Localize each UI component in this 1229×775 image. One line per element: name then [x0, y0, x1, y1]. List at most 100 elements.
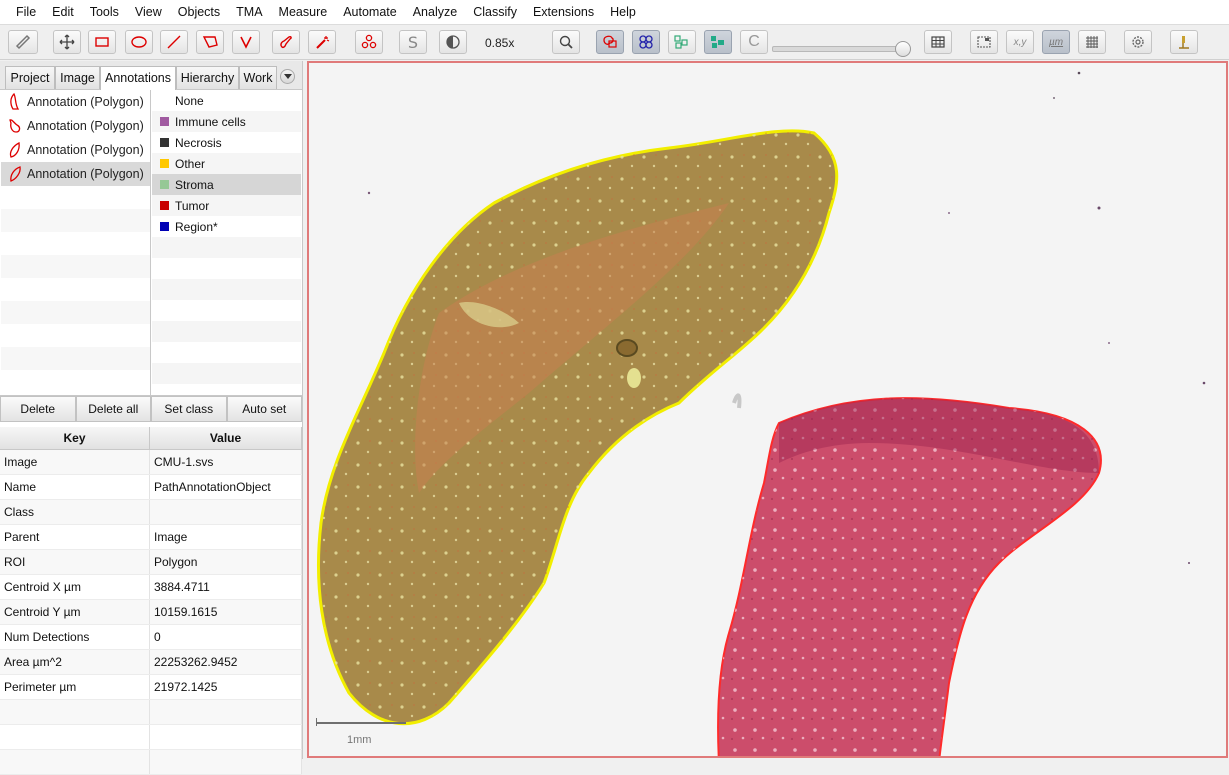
- table-row[interactable]: Centroid Y µm 10159.1615: [0, 600, 302, 625]
- points-tool-button[interactable]: [355, 30, 383, 54]
- settings-button[interactable]: [1124, 30, 1152, 54]
- table-row[interactable]: ROI Polygon: [0, 550, 302, 575]
- annotation-list-item[interactable]: Annotation (Polygon): [1, 138, 150, 162]
- value-column-header[interactable]: Value: [150, 427, 302, 449]
- menu-view[interactable]: View: [127, 0, 170, 24]
- table-row[interactable]: Num Detections 0: [0, 625, 302, 650]
- menu-measure[interactable]: Measure: [271, 0, 336, 24]
- polygon-tool-button[interactable]: [196, 30, 224, 54]
- class-item-stroma[interactable]: Stroma: [152, 174, 301, 195]
- row-value: 22253262.9452: [150, 650, 302, 674]
- class-item-other[interactable]: Other: [152, 153, 301, 174]
- table-row[interactable]: Image CMU-1.svs: [0, 450, 302, 475]
- image-viewer[interactable]: [307, 61, 1228, 758]
- class-label: None: [175, 93, 204, 108]
- show-connections-icon: C: [748, 33, 760, 50]
- slide-image: [316, 71, 1206, 756]
- tab-bar: Project Image Annotations Hierarchy Work: [0, 61, 302, 90]
- annotation-list-item[interactable]: Annotation (Polygon): [1, 114, 150, 138]
- table-row[interactable]: Perimeter µm 21972.1425: [0, 675, 302, 700]
- row-value: 3884.4711: [150, 575, 302, 599]
- polyline-tool-button[interactable]: [232, 30, 260, 54]
- class-list-empty-row: [152, 363, 301, 384]
- menu-tools[interactable]: Tools: [82, 0, 127, 24]
- table-row[interactable]: Centroid X µm 3884.4711: [0, 575, 302, 600]
- row-key: ROI: [0, 550, 150, 574]
- move-tool-button[interactable]: [53, 30, 81, 54]
- menu-extensions[interactable]: Extensions: [525, 0, 602, 24]
- delete-button[interactable]: Delete: [0, 396, 76, 422]
- menu-automate[interactable]: Automate: [335, 0, 405, 24]
- tab-overflow-button[interactable]: [280, 69, 295, 84]
- opacity-slider-thumb[interactable]: [895, 41, 911, 57]
- brightness-contrast-button[interactable]: [439, 30, 467, 54]
- ellipse-tool-button[interactable]: [125, 30, 153, 54]
- class-list-empty-row: [152, 279, 301, 300]
- show-tma-grid-button[interactable]: [632, 30, 660, 54]
- wand-tool-button[interactable]: [308, 30, 336, 54]
- chevron-down-icon: [283, 73, 292, 79]
- tab-hierarchy[interactable]: Hierarchy: [176, 66, 239, 89]
- class-item-tumor[interactable]: Tumor: [152, 195, 301, 216]
- show-connections-button[interactable]: C: [740, 30, 768, 54]
- table-row[interactable]: Area µm^2 22253262.9452: [0, 650, 302, 675]
- grid-button[interactable]: [1078, 30, 1106, 54]
- opacity-slider-track: [772, 46, 904, 52]
- class-item-immune-cells[interactable]: Immune cells: [152, 111, 301, 132]
- tab-image[interactable]: Image: [55, 66, 100, 89]
- overview-button[interactable]: [970, 30, 998, 54]
- delete-all-button[interactable]: Delete all: [75, 396, 151, 422]
- brush-tool-button[interactable]: [272, 30, 300, 54]
- analysis-pane-toggle-button[interactable]: [8, 30, 38, 54]
- class-swatch: [160, 180, 169, 189]
- show-annotations-icon: [603, 35, 617, 48]
- class-swatch: [160, 159, 169, 168]
- annotation-list-empty-area: [1, 186, 150, 393]
- polyline-icon: [240, 36, 252, 49]
- opacity-slider[interactable]: [772, 41, 911, 59]
- annotation-list-item-selected[interactable]: Annotation (Polygon): [1, 162, 150, 186]
- tab-annotations[interactable]: Annotations: [100, 66, 176, 90]
- polygon-annotation-icon: [9, 142, 20, 158]
- set-class-button[interactable]: Set class: [151, 396, 227, 422]
- menu-help[interactable]: Help: [602, 0, 644, 24]
- class-item-region[interactable]: Region*: [152, 216, 301, 237]
- location-button[interactable]: x,y: [1006, 30, 1034, 54]
- key-column-header[interactable]: Key: [0, 427, 150, 449]
- class-label: Immune cells: [175, 114, 246, 129]
- zoom-to-fit-button[interactable]: [552, 30, 580, 54]
- auto-set-button[interactable]: Auto set: [226, 396, 302, 422]
- menu-tma[interactable]: TMA: [228, 0, 270, 24]
- menu-classify[interactable]: Classify: [465, 0, 525, 24]
- menu-file[interactable]: File: [8, 0, 44, 24]
- row-value: PathAnnotationObject: [150, 475, 302, 499]
- scalebar-button[interactable]: µm: [1042, 30, 1070, 54]
- row-key: Image: [0, 450, 150, 474]
- rectangle-tool-button[interactable]: [88, 30, 116, 54]
- menu-edit[interactable]: Edit: [44, 0, 82, 24]
- annotation-list-item[interactable]: Annotation (Polygon): [1, 90, 150, 114]
- line-tool-button[interactable]: [160, 30, 188, 54]
- row-value: 21972.1425: [150, 675, 302, 699]
- ellipse-icon: [131, 36, 147, 48]
- show-detections-button[interactable]: [668, 30, 696, 54]
- selection-mode-icon: S: [407, 32, 419, 52]
- show-annotations-button[interactable]: [596, 30, 624, 54]
- table-row[interactable]: Name PathAnnotationObject: [0, 475, 302, 500]
- log-button[interactable]: [1170, 30, 1198, 54]
- table-row[interactable]: Class: [0, 500, 302, 525]
- class-label: Necrosis: [175, 135, 222, 150]
- tab-project[interactable]: Project: [5, 66, 55, 89]
- points-icon: [361, 34, 377, 49]
- class-item-none[interactable]: None: [152, 90, 301, 111]
- tab-workflow[interactable]: Work: [239, 66, 277, 89]
- selection-mode-button[interactable]: S: [399, 30, 427, 54]
- class-item-necrosis[interactable]: Necrosis: [152, 132, 301, 153]
- class-list-empty-row: [152, 342, 301, 363]
- menu-objects[interactable]: Objects: [170, 0, 228, 24]
- measurement-table-button[interactable]: [924, 30, 952, 54]
- menu-analyze[interactable]: Analyze: [405, 0, 465, 24]
- fill-detections-button[interactable]: [704, 30, 732, 54]
- polygon-icon: [202, 36, 218, 48]
- table-row[interactable]: Parent Image: [0, 525, 302, 550]
